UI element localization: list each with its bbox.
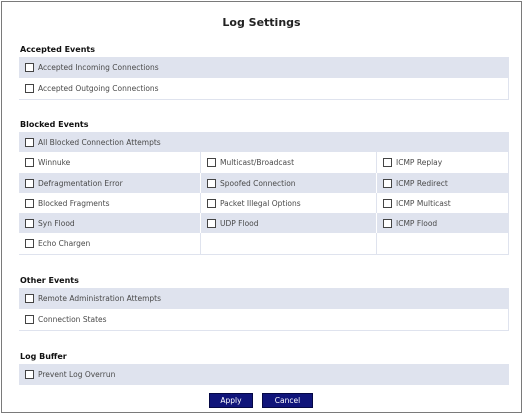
icmp-replay-checkbox[interactable] <box>383 158 392 167</box>
accepted-outgoing-checkbox[interactable] <box>25 84 34 93</box>
log-buffer-heading: Log Buffer <box>20 352 67 361</box>
checkbox-label: ICMP Replay <box>396 158 443 167</box>
blocked-fragments-checkbox[interactable] <box>25 199 34 208</box>
checkbox-label: ICMP Flood <box>396 219 438 228</box>
remote-admin-checkbox[interactable] <box>25 294 34 303</box>
packet-illegal-options-checkbox[interactable] <box>207 199 216 208</box>
checkbox-label: Prevent Log Overrun <box>38 370 116 379</box>
checkbox-label: Winnuke <box>38 158 71 167</box>
checkbox-label: UDP Flood <box>220 219 259 228</box>
checkbox-label: Accepted Incoming Connections <box>38 63 159 72</box>
checkbox-label: Echo Chargen <box>38 239 91 248</box>
connection-states-checkbox[interactable] <box>25 315 34 324</box>
all-blocked-checkbox[interactable] <box>25 138 34 147</box>
connection-states-row[interactable]: Connection States <box>19 309 509 330</box>
blocked-grid-row: Echo Chargen <box>19 233 509 254</box>
accepted-incoming-row[interactable]: Accepted Incoming Connections <box>19 57 509 78</box>
blocked-events-heading: Blocked Events <box>20 120 89 129</box>
checkbox-label: Connection States <box>38 315 107 324</box>
divider <box>19 330 509 331</box>
multicast-broadcast-checkbox[interactable] <box>207 158 216 167</box>
prevent-overrun-row[interactable]: Prevent Log Overrun <box>19 364 509 385</box>
icmp-multicast-checkbox[interactable] <box>383 199 392 208</box>
divider <box>19 254 509 255</box>
blocked-grid-row: Blocked Fragments Packet Illegal Options… <box>19 193 509 214</box>
blocked-grid-row: Syn Flood UDP Flood ICMP Flood <box>19 213 509 234</box>
cancel-button[interactable]: Cancel <box>262 393 313 408</box>
checkbox-label: Defragmentation Error <box>38 179 123 188</box>
blocked-grid-row: Defragmentation Error Spoofed Connection… <box>19 173 509 194</box>
prevent-overrun-checkbox[interactable] <box>25 370 34 379</box>
checkbox-label: Multicast/Broadcast <box>220 158 295 167</box>
icmp-flood-checkbox[interactable] <box>383 219 392 228</box>
checkbox-label: Blocked Fragments <box>38 199 110 208</box>
syn-flood-checkbox[interactable] <box>25 219 34 228</box>
blocked-grid-row: Winnuke Multicast/Broadcast ICMP Replay <box>19 152 509 173</box>
page-title: Log Settings <box>222 16 301 29</box>
divider <box>19 99 509 100</box>
empty-cell <box>377 233 509 254</box>
empty-cell <box>201 233 377 254</box>
winnuke-checkbox[interactable] <box>25 158 34 167</box>
remote-admin-row[interactable]: Remote Administration Attempts <box>19 288 509 309</box>
apply-button[interactable]: Apply <box>209 393 253 408</box>
checkbox-label: Syn Flood <box>38 219 75 228</box>
checkbox-label: All Blocked Connection Attempts <box>38 138 161 147</box>
checkbox-label: Remote Administration Attempts <box>38 294 161 303</box>
accepted-incoming-checkbox[interactable] <box>25 63 34 72</box>
checkbox-label: Spoofed Connection <box>220 179 296 188</box>
checkbox-label: Accepted Outgoing Connections <box>38 84 159 93</box>
udp-flood-checkbox[interactable] <box>207 219 216 228</box>
checkbox-label: Packet Illegal Options <box>220 199 301 208</box>
icmp-redirect-checkbox[interactable] <box>383 179 392 188</box>
defragmentation-error-checkbox[interactable] <box>25 179 34 188</box>
log-settings-panel: Log Settings Accepted Events Accepted In… <box>1 1 522 413</box>
other-events-heading: Other Events <box>20 276 79 285</box>
echo-chargen-checkbox[interactable] <box>25 239 34 248</box>
checkbox-label: ICMP Redirect <box>396 179 448 188</box>
checkbox-label: ICMP Multicast <box>396 199 451 208</box>
all-blocked-row[interactable]: All Blocked Connection Attempts <box>19 132 509 153</box>
spoofed-connection-checkbox[interactable] <box>207 179 216 188</box>
accepted-events-heading: Accepted Events <box>20 45 95 54</box>
accepted-outgoing-row[interactable]: Accepted Outgoing Connections <box>19 78 509 99</box>
